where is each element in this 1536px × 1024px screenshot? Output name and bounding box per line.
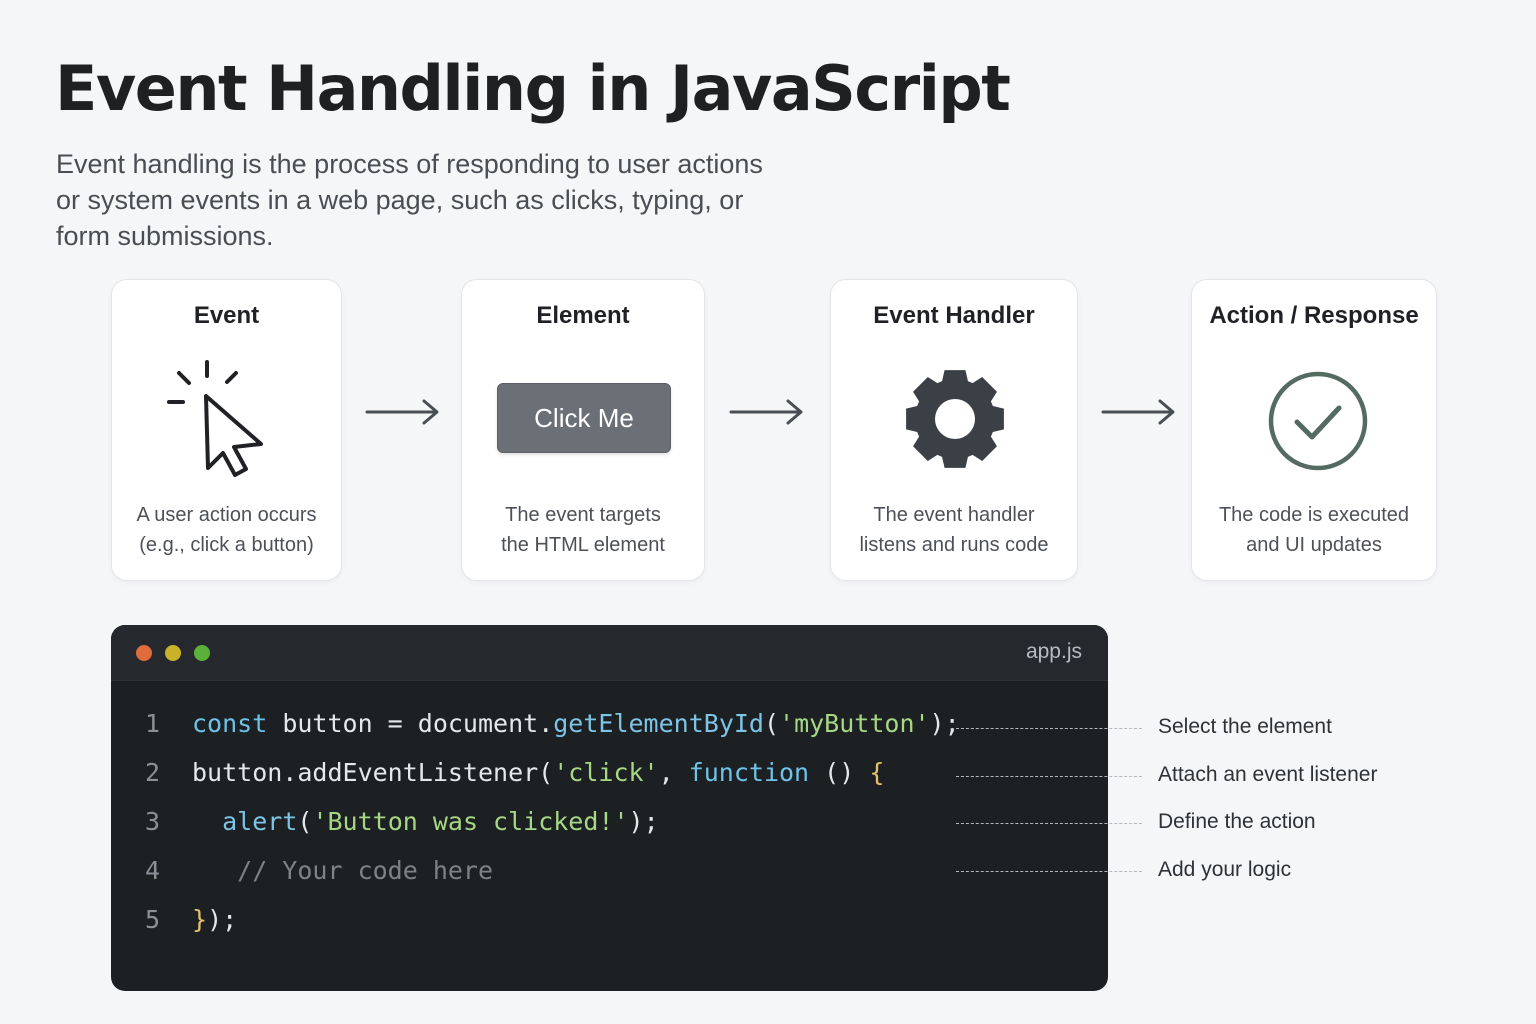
code-text: button.addEventListener('click', functio…	[192, 753, 884, 793]
code-token: (	[763, 709, 780, 738]
code-token: const	[192, 709, 268, 738]
maximize-window-dot[interactable]	[194, 645, 210, 661]
step-card-event: Event A user action occurs (e.g., click …	[111, 279, 342, 581]
code-text: // Your code here	[192, 851, 493, 891]
code-token: getElementById	[553, 709, 764, 738]
page: Event Handling in JavaScript Event handl…	[0, 0, 1536, 1024]
code-token: 'myButton'	[779, 709, 930, 738]
step-description: The code is executed and UI updates	[1218, 504, 1410, 556]
step-description: The event targets the HTML element	[501, 504, 665, 556]
step-description: A user action occurs (e.g., click a butt…	[136, 504, 317, 556]
editor-filename: app.js	[1025, 640, 1082, 663]
annotation-leader-line	[956, 871, 1142, 872]
line-number: 4	[145, 856, 161, 885]
code-text: });	[192, 900, 237, 940]
subtitle-line: or system events in a web page, such as …	[56, 185, 744, 215]
page-subtitle: Event handling is the process of respond…	[56, 146, 816, 254]
step-title: Event Handler	[873, 302, 1035, 329]
code-token: );	[929, 709, 960, 738]
editor-title-bar: app.js	[111, 625, 1108, 681]
code-token: (	[297, 807, 313, 836]
step-card-event-handler: Event Handler The event handler listens …	[830, 279, 1078, 581]
flow-arrow-icon	[729, 399, 803, 425]
check-circle-icon	[1268, 371, 1368, 471]
cursor-click-icon	[167, 360, 263, 477]
code-token: function	[688, 758, 810, 787]
code-token: button = document.	[267, 709, 554, 738]
subtitle-line: form submissions.	[56, 221, 274, 251]
line-number: 1	[145, 709, 161, 738]
step-title: Element	[536, 302, 630, 329]
annotation-label: Add your logic	[1158, 858, 1292, 881]
line-number: 2	[145, 758, 161, 787]
code-text: alert('Button was clicked!');	[192, 802, 659, 842]
line-number: 5	[145, 905, 161, 934]
code-text: const button = document.getElementById('…	[192, 704, 960, 744]
subtitle-line: Event handling is the process of respond…	[56, 149, 763, 179]
code-token: {	[869, 758, 885, 787]
step-card-action-response: Action / Response The code is executed a…	[1191, 279, 1437, 581]
minimize-window-dot[interactable]	[165, 645, 181, 661]
annotation-leader-line	[956, 823, 1142, 824]
code-token: button.addEventListener(	[192, 758, 554, 787]
code-token: ()	[809, 758, 870, 787]
code-editor: app.js 1 const button = document.getEleme…	[111, 625, 1108, 991]
annotation-label: Select the element	[1158, 715, 1332, 738]
annotation-label: Attach an event listener	[1158, 763, 1378, 786]
flow-arrow-icon	[1101, 399, 1175, 425]
page-title: Event Handling in JavaScript	[55, 52, 1011, 125]
annotation-leader-line	[956, 776, 1142, 777]
annotation-leader-line	[956, 728, 1142, 729]
code-token: ,	[658, 758, 689, 787]
line-number: 3	[145, 807, 161, 836]
code-token: alert	[222, 807, 298, 836]
code-token: 'click'	[553, 758, 659, 787]
step-title: Event	[193, 302, 260, 329]
annotation-label: Define the action	[1158, 810, 1316, 833]
step-description: The event handler listens and runs code	[859, 504, 1049, 556]
code-token: }	[192, 905, 208, 934]
code-token: );	[628, 807, 659, 836]
step-card-element: Element Click Me The event targets the H…	[461, 279, 705, 581]
close-window-dot[interactable]	[136, 645, 152, 661]
click-me-button[interactable]: Click Me	[497, 383, 671, 453]
code-token: );	[207, 905, 238, 934]
step-title: Action / Response	[1209, 302, 1419, 329]
flow-arrow-icon	[365, 399, 439, 425]
code-token: // Your code here	[192, 856, 494, 885]
gear-icon	[906, 370, 1004, 468]
code-token: 'Button was clicked!'	[312, 807, 629, 836]
